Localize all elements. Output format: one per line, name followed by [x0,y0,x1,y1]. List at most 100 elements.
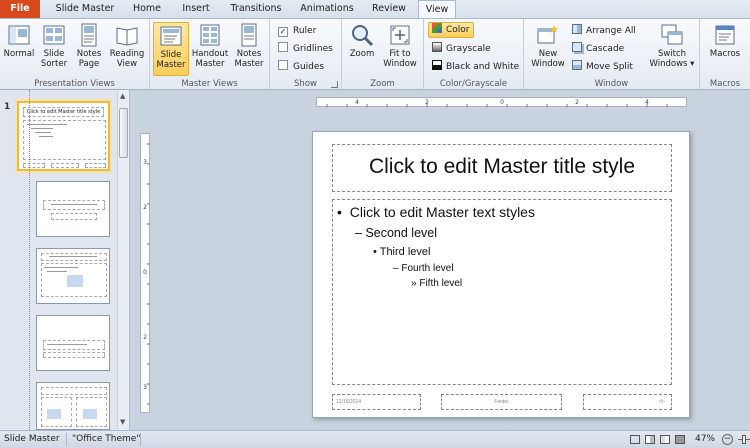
thumbnail-title-box [41,387,107,395]
ruler-checkbox[interactable]: ✓ Ruler [278,23,316,39]
show-dialog-launcher-icon[interactable] [331,81,338,88]
thumbnail-line [44,267,78,268]
notes-master-label: Notes Master [234,49,264,69]
tab-transitions[interactable]: Transitions [226,0,286,18]
cascade-button[interactable]: Cascade [572,41,624,57]
bullet-glyph: – [393,263,399,274]
grayscale-button[interactable]: Grayscale [432,41,491,57]
ribbon-tab-bar: File Slide Master Home Insert Transition… [0,0,750,19]
svg-text:2: 2 [575,99,579,106]
group-show: ✓ Ruler Gridlines Guides Show [270,19,342,90]
svg-text:4: 4 [645,99,649,106]
thumbnail-number: 1 [4,102,11,112]
thumbnail-layout-title[interactable] [36,181,110,237]
bullet-glyph: • [337,204,342,220]
handout-master-button[interactable]: Handout Master [190,22,230,76]
bullet-level-4[interactable]: – Fourth level [393,263,454,274]
thumbnail-image-icon [47,409,61,419]
thumbnail-body-box [23,120,106,160]
notes-page-button[interactable]: Notes Page [72,22,106,76]
title-placeholder[interactable]: Click to edit Master title style [332,144,672,192]
thumbnail-title: Click to edit Master title style [23,107,104,117]
guides-checkbox[interactable]: Guides [278,59,324,75]
notes-master-button[interactable]: Notes Master [231,22,267,76]
thumbnail-text-box [43,352,105,358]
ruler-check-icon[interactable]: ✓ [278,27,288,37]
bullet-glyph: • [373,246,377,258]
thumbnail-layout-content[interactable] [36,248,110,304]
thumbnail-title-box [43,340,105,350]
horizontal-ruler[interactable]: 4 2 0 2 4 [316,97,687,107]
switch-windows-button[interactable]: Switch Windows ▾ [648,22,696,76]
powerpoint-window: File Slide Master Home Insert Transition… [0,0,750,448]
thumbnail-image-icon [67,275,83,287]
thumbnails-scrollbar[interactable]: ▲ ▼ [117,90,129,430]
vertical-ruler[interactable]: 3 2 0 2 3 [140,133,150,413]
group-window: New Window Arrange All Cascade Move Spli… [524,19,700,90]
status-theme-name[interactable]: "Office Theme" [72,431,140,448]
slide-title[interactable]: Click to edit Master title style [333,155,671,179]
status-divider [66,433,67,446]
thumbnail-title-box [43,200,105,210]
slide-sorter-button[interactable]: Slide Sorter [37,22,71,76]
tab-animations[interactable]: Animations [296,0,358,18]
body-placeholder[interactable]: • Click to edit Master text styles – Sec… [332,199,672,385]
tab-home[interactable]: Home [128,0,166,18]
arrange-all-button[interactable]: Arrange All [572,23,636,39]
date-placeholder[interactable]: 12/16/2014 [332,394,421,410]
thumbnail-layout-two-content[interactable] [36,382,110,430]
normal-view-button[interactable]: Normal [2,22,36,76]
tab-file[interactable]: File [0,0,40,18]
color-button[interactable]: Color [428,22,474,38]
bullet-glyph: – [355,226,362,240]
guides-check-icon[interactable] [278,60,288,70]
zoom-percent[interactable]: 47% [695,431,715,448]
zoom-slider-knob[interactable] [742,435,746,444]
scrollbar-thumb[interactable] [119,108,128,158]
reading-view-status-icon[interactable] [660,435,670,444]
slide-sorter-status-icon[interactable] [645,435,655,444]
bullet-level-5[interactable]: » Fifth level [411,278,462,289]
thumbnail-layout-section[interactable] [36,315,110,371]
gridlines-check-icon[interactable] [278,42,288,52]
bullet-level-1[interactable]: • Click to edit Master text styles [337,204,535,220]
color-label: Color [446,25,470,35]
move-split-button[interactable]: Move Split [572,59,633,75]
svg-text:2: 2 [425,99,429,106]
bullet-level-2[interactable]: – Second level [355,226,437,240]
reading-view-button[interactable]: Reading View [107,22,147,76]
black-and-white-button[interactable]: Black and White [432,59,519,75]
zoom-out-icon[interactable]: − [722,434,733,445]
slide-thumbnails-pane[interactable]: 1 Click to edit Master title style ▲ ▼ [0,90,130,430]
tab-view[interactable]: View [418,0,456,19]
footer-placeholder[interactable]: Footer [441,394,562,410]
reading-view-icon [116,27,138,46]
tab-slide-master[interactable]: Slide Master [50,0,120,18]
bullet-level-3[interactable]: • Third level [373,246,430,258]
tab-review[interactable]: Review [368,0,410,18]
group-zoom: Zoom Fit to Window Zoom [342,19,424,90]
group-label-macros: Macros [709,79,741,89]
gridlines-checkbox[interactable]: Gridlines [278,41,333,57]
thumbnail-slide-master[interactable]: Click to edit Master title style [17,101,110,171]
move-split-icon [572,60,582,70]
group-master-views: Slide Master Handout Master Notes Master… [150,19,270,90]
new-window-button[interactable]: New Window [527,22,569,76]
svg-text:3: 3 [143,384,147,391]
slide-master-button[interactable]: Slide Master [153,22,189,76]
zoom-button[interactable]: Zoom [345,22,379,76]
ruler-label: Ruler [293,26,317,36]
normal-view-status-icon[interactable] [630,435,640,444]
slide-number-placeholder[interactable]: ‹#› [583,394,672,410]
fit-to-window-button[interactable]: Fit to Window [380,22,420,76]
macros-button[interactable]: Macros [704,22,746,76]
slide-master-canvas[interactable]: Click to edit Master title style • Click… [312,131,690,418]
tab-insert[interactable]: Insert [176,0,216,18]
scroll-down-icon[interactable]: ▼ [120,418,125,426]
slideshow-status-icon[interactable] [675,435,685,444]
svg-text:3: 3 [143,159,147,166]
scroll-up-icon[interactable]: ▲ [120,92,125,100]
thumbnail-line [35,132,51,133]
notes-page-label: Notes Page [76,49,102,69]
black-white-swatch-icon [432,60,442,70]
